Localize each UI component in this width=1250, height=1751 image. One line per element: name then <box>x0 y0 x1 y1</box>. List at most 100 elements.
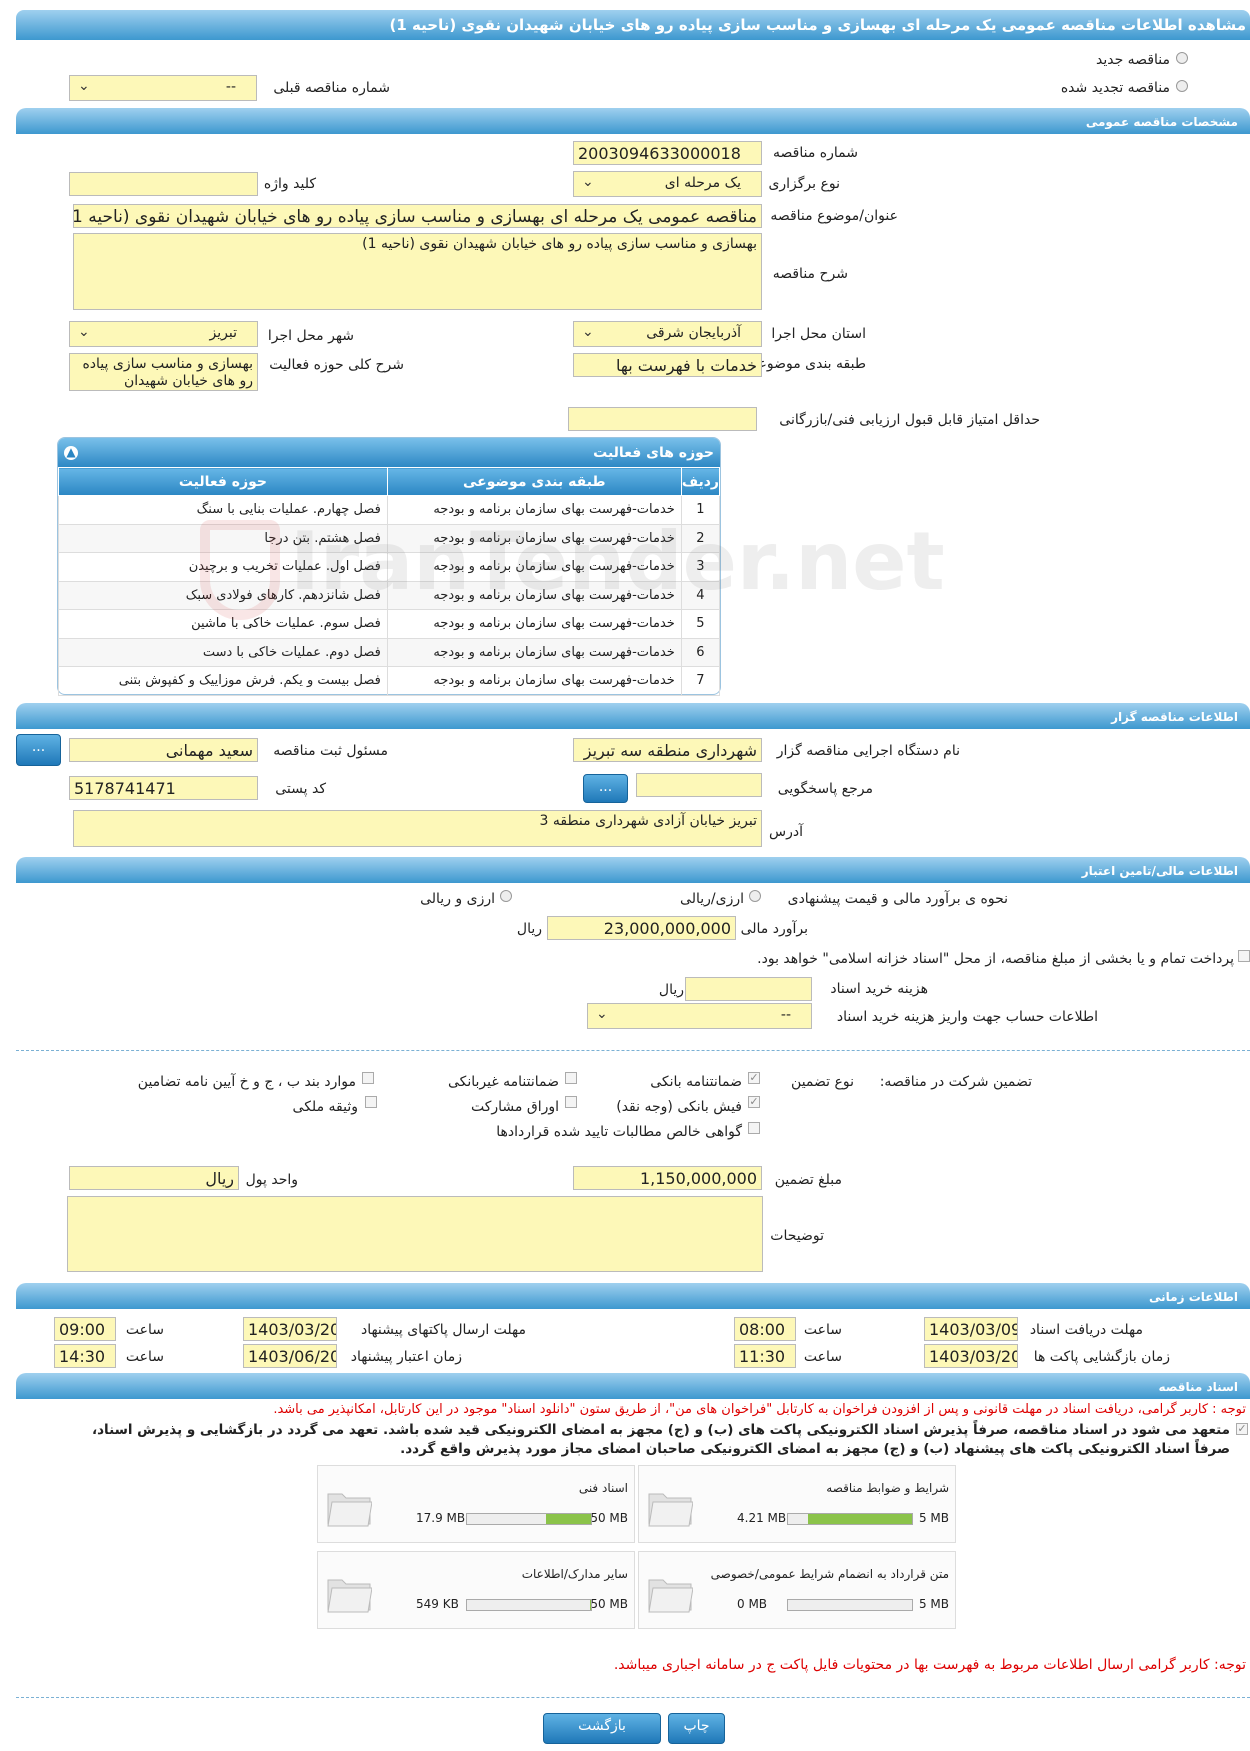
nonbank-guarantee-label: ضمانتنامه غیربانکی <box>447 1074 559 1090</box>
estimate-currency: ریال <box>516 921 542 937</box>
province-label: استان محل اجرا <box>771 326 866 342</box>
timing-section-header: اطلاعات زمانی <box>16 1283 1250 1309</box>
number-label: شماره مناقصه <box>773 145 858 161</box>
min-score-field[interactable] <box>568 407 757 431</box>
responsible-lookup-button[interactable]: ... <box>16 734 61 766</box>
open-date-field[interactable]: 1403/03/20 <box>924 1344 1018 1368</box>
valid-label: زمان اعتبار پیشنهاد <box>350 1349 462 1365</box>
send-time-field[interactable]: 09:00 <box>54 1317 116 1341</box>
receive-date-field[interactable]: 1403/03/09 <box>924 1317 1018 1341</box>
file-progress-fill <box>589 1600 591 1610</box>
subject-label: عنوان/موضوع مناقصه <box>770 208 898 224</box>
claims-checkbox[interactable] <box>748 1122 760 1134</box>
subject-field[interactable]: مناقصه عمومی یک مرحله ای بهسازی و مناسب … <box>73 204 762 228</box>
file-name: اسناد فنی <box>578 1481 628 1495</box>
doc-cost-field[interactable] <box>685 977 812 1001</box>
province-select[interactable]: آذربایجان شرقی ⌄ <box>573 321 762 347</box>
estimate-field[interactable]: 23,000,000,000 <box>547 916 736 940</box>
file-name: شرایط و ضوابط مناقصه <box>826 1481 949 1495</box>
back-button[interactable]: بازگشت <box>543 1713 661 1744</box>
organizer-section-header: اطلاعات مناقصه گزار <box>16 703 1250 729</box>
row-index: 7 <box>680 666 721 696</box>
property-checkbox[interactable] <box>365 1096 377 1108</box>
responsible-label: مسئول ثبت مناقصه <box>273 743 388 759</box>
treasury-checkbox[interactable] <box>1238 950 1250 962</box>
number-field[interactable]: 2003094633000018 <box>573 141 762 165</box>
city-select[interactable]: تبریز ⌄ <box>69 321 258 347</box>
chevron-down-icon: ⌄ <box>596 1006 608 1022</box>
address-field[interactable]: تبریز خیابان آزادی شهرداری منطقه 3 <box>73 810 762 847</box>
renewed-tender-radio[interactable] <box>1176 80 1188 92</box>
file-size: 0 MB <box>737 1597 768 1611</box>
file-card[interactable]: اسناد فنی 50 MB 17.9 MB <box>317 1465 635 1543</box>
currency-and-rial-radio[interactable] <box>500 890 512 902</box>
province-value: آذربایجان شرقی <box>646 325 741 341</box>
file-progress-fill <box>546 1514 591 1524</box>
unit-field[interactable]: ریال <box>69 1166 239 1190</box>
keyword-field[interactable] <box>69 172 258 196</box>
commitment-text-2: صرفاً اسناد الکترونیکی پاکت های پیشنهاد … <box>400 1441 1230 1457</box>
bonds-checkbox[interactable] <box>565 1096 577 1108</box>
doc-cost-unit: ریال <box>658 982 684 998</box>
table-row[interactable]: 7 خدمات-فهرست بهای سازمان برنامه و بودجه ف… <box>58 666 721 696</box>
documents-notice: توجه : کاربر گرامی، دریافت اسناد در مهلت… <box>273 1402 1246 1417</box>
city-label: شهر محل اجرا <box>267 328 354 344</box>
valid-time-label: ساعت <box>125 1349 164 1365</box>
chevron-down-icon: ⌄ <box>582 174 594 190</box>
valid-time-field[interactable]: 14:30 <box>54 1344 116 1368</box>
folder-icon <box>327 1493 372 1527</box>
currency-rial-radio[interactable] <box>749 890 761 902</box>
file-card[interactable]: متن قرارداد به انضمام شرایط عمومی/خصوصی … <box>638 1551 956 1629</box>
receipt-checkbox[interactable]: ✓ <box>748 1096 760 1108</box>
clauses-label: موارد بند ب ، ج و خ آیین نامه تضامین <box>137 1074 356 1090</box>
prev-number-value: -- <box>225 79 236 95</box>
send-time-label: ساعت <box>125 1322 164 1338</box>
table-row[interactable]: 6 خدمات-فهرست بهای سازمان برنامه و بودجه ف… <box>58 637 721 667</box>
table-row[interactable]: 5 خدمات-فهرست بهای سازمان برنامه و بودجه ف… <box>58 609 721 639</box>
new-tender-radio[interactable] <box>1176 52 1188 64</box>
scope-field[interactable]: بهسازی و مناسب سازی پیاده رو های خیابان … <box>69 353 258 391</box>
commitment-checkbox[interactable]: ✓ <box>1236 1423 1248 1435</box>
desc-label: شرح مناقصه <box>772 266 848 282</box>
postal-field[interactable]: 5178741471 <box>69 776 258 800</box>
desc-field[interactable]: بهسازی و مناسب سازی پیاده رو های خیابان … <box>73 233 762 310</box>
row-index: 6 <box>680 637 721 667</box>
collapse-icon[interactable]: ▲ <box>64 446 78 460</box>
reference-lookup-button[interactable]: ... <box>583 774 628 803</box>
receive-time-field[interactable]: 08:00 <box>734 1317 796 1341</box>
open-time-field[interactable]: 11:30 <box>734 1344 796 1368</box>
row-category: خدمات-فهرست بهای سازمان برنامه و بودجه <box>386 666 682 696</box>
category-field[interactable]: خدمات با فهرست بها <box>573 353 762 377</box>
reference-field[interactable] <box>636 773 762 797</box>
property-label: وثیقه ملکی <box>292 1099 358 1115</box>
org-field[interactable]: شهرداری منطقه سه تبریز <box>573 738 762 762</box>
folder-icon <box>327 1579 372 1613</box>
folder-icon <box>648 1579 693 1613</box>
city-value: تبریز <box>209 325 237 341</box>
reference-label: مرجع پاسخگویی <box>777 781 873 797</box>
chevron-down-icon: ⌄ <box>78 324 90 340</box>
clauses-checkbox[interactable] <box>362 1072 374 1084</box>
watermark-logo <box>200 520 280 620</box>
bank-guarantee-label: ضمانتنامه بانکی <box>650 1074 742 1090</box>
file-progress <box>466 1513 592 1525</box>
print-button[interactable]: چاپ <box>668 1713 725 1744</box>
send-label: مهلت ارسال پاکتهای پیشنهاد <box>360 1322 526 1338</box>
notes-field[interactable] <box>67 1196 763 1272</box>
row-category: خدمات-فهرست بهای سازمان برنامه و بودجه <box>386 609 682 639</box>
treasury-text: پرداخت تمام و یا بخشی از مبلغ مناقصه، از… <box>757 951 1234 967</box>
file-card[interactable]: شرایط و ضوابط مناقصه 5 MB 4.21 MB <box>638 1465 956 1543</box>
account-select[interactable]: -- ⌄ <box>587 1003 812 1029</box>
row-index: 5 <box>680 609 721 639</box>
send-date-field[interactable]: 1403/03/20 <box>243 1317 337 1341</box>
new-tender-label: مناقصه جدید <box>1095 52 1170 68</box>
prev-number-select[interactable]: -- ⌄ <box>69 75 257 101</box>
file-card[interactable]: سایر مدارک/اطلاعات 50 MB 549 KB <box>317 1551 635 1629</box>
valid-date-field[interactable]: 1403/06/20 <box>243 1344 337 1368</box>
responsible-field[interactable]: سعید مهمانی <box>69 738 258 762</box>
amount-field[interactable]: 1,150,000,000 <box>573 1166 762 1190</box>
bank-guarantee-checkbox[interactable]: ✓ <box>748 1072 760 1084</box>
folder-icon <box>648 1493 693 1527</box>
type-select[interactable]: یک مرحله ای ⌄ <box>573 171 762 197</box>
nonbank-guarantee-checkbox[interactable] <box>565 1072 577 1084</box>
